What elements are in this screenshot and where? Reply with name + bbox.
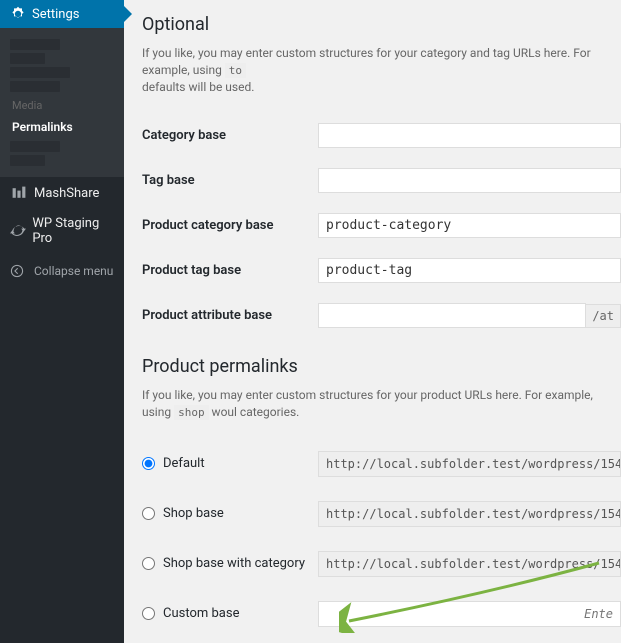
label-tag-base: Tag base	[142, 173, 318, 188]
radio-shop-base-cat[interactable]	[142, 557, 155, 570]
radio-shop-base[interactable]	[142, 507, 155, 520]
permalink-row-custom: Custom base	[142, 589, 621, 639]
sidebar-item-label: WP Staging Pro	[32, 216, 114, 246]
url-preview-shop-base-cat: http://local.subfolder.test/wordpress/15…	[318, 551, 621, 577]
label-category-base: Category base	[142, 128, 318, 143]
radio-custom-label[interactable]: Custom base	[163, 606, 239, 621]
label-product-category-base: Product category base	[142, 218, 318, 233]
settings-icon	[10, 6, 26, 22]
sidebar-sub-redacted[interactable]	[10, 81, 60, 92]
input-custom-base[interactable]	[318, 601, 621, 627]
radio-shop-base-cat-label[interactable]: Shop base with category	[163, 556, 305, 571]
url-preview-shop-base: http://local.subfolder.test/wordpress/15…	[318, 501, 621, 527]
row-category-base: Category base	[142, 113, 621, 158]
section-product-desc: If you like, you may enter custom struct…	[142, 387, 621, 421]
suffix-product-attribute-base: /at	[586, 304, 621, 328]
sidebar-sub-redacted[interactable]	[10, 155, 45, 166]
input-product-category-base[interactable]	[318, 213, 621, 238]
url-preview-default: http://local.subfolder.test/wordpress/15…	[318, 451, 621, 477]
permalink-row-default: Default http://local.subfolder.test/word…	[142, 439, 621, 489]
input-category-base[interactable]	[318, 123, 621, 148]
mashshare-icon	[10, 184, 28, 202]
label-product-tag-base: Product tag base	[142, 263, 318, 278]
sidebar-sub-redacted[interactable]	[10, 141, 60, 152]
sidebar-header-label: Settings	[32, 7, 79, 22]
sidebar-collapse-label: Collapse menu	[34, 264, 113, 278]
permalink-row-shop-base-cat: Shop base with category http://local.sub…	[142, 539, 621, 589]
refresh-icon	[10, 222, 26, 240]
input-tag-base[interactable]	[318, 168, 621, 193]
section-product-title: Product permalinks	[142, 356, 621, 377]
radio-default[interactable]	[142, 457, 155, 470]
admin-sidebar: Settings Media Permalinks MashShare WP S…	[0, 0, 124, 643]
sidebar-item-media[interactable]: Media	[0, 95, 124, 116]
sidebar-header-settings[interactable]: Settings	[0, 0, 124, 28]
row-tag-base: Tag base	[142, 158, 621, 203]
input-product-tag-base[interactable]	[318, 258, 621, 283]
row-product-attribute-base: Product attribute base /at	[142, 293, 621, 338]
main-content: Optional If you like, you may enter cust…	[124, 0, 621, 643]
section-optional-desc: If you like, you may enter custom struct…	[142, 45, 621, 95]
radio-custom[interactable]	[142, 607, 155, 620]
sidebar-submenu: Media Permalinks	[0, 28, 124, 177]
section-optional-title: Optional	[142, 14, 621, 35]
collapse-icon	[10, 264, 28, 278]
sidebar-item-label: MashShare	[34, 186, 99, 201]
sidebar-sub-redacted[interactable]	[10, 39, 60, 50]
radio-shop-base-label[interactable]: Shop base	[163, 506, 224, 521]
sidebar-sub-redacted[interactable]	[10, 53, 45, 64]
sidebar-item-permalinks[interactable]: Permalinks	[0, 116, 124, 138]
sidebar-item-wp-staging[interactable]: WP Staging Pro	[0, 209, 124, 253]
row-product-tag-base: Product tag base	[142, 248, 621, 293]
sidebar-collapse[interactable]: Collapse menu	[0, 257, 124, 285]
sidebar-item-mashshare[interactable]: MashShare	[0, 177, 124, 209]
sidebar-sub-redacted[interactable]	[10, 67, 70, 78]
label-product-attribute-base: Product attribute base	[142, 308, 318, 323]
row-product-category-base: Product category base	[142, 203, 621, 248]
permalink-row-shop-base: Shop base http://local.subfolder.test/wo…	[142, 489, 621, 539]
input-product-attribute-base[interactable]	[318, 303, 586, 328]
radio-default-label[interactable]: Default	[163, 456, 205, 471]
